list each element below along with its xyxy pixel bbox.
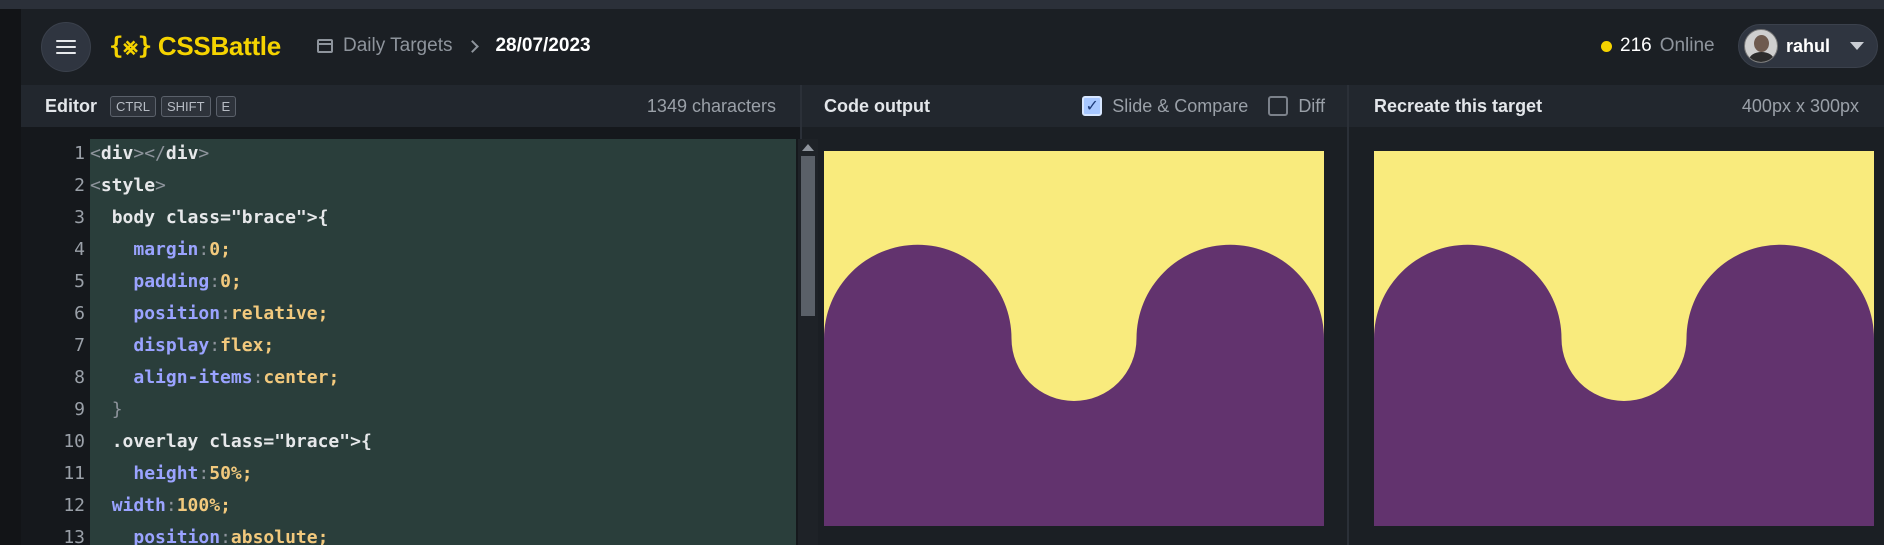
line-number: 7 — [74, 335, 85, 356]
line-number: 1 — [74, 143, 85, 164]
line-number: 4 — [74, 239, 85, 260]
user-menu-button[interactable]: rahul — [1738, 24, 1878, 68]
code-editor[interactable]: 1 2⌄ 3⌄ 4 5 6 7 8 9 10⌄ 11 12 13 <div></… — [21, 127, 818, 545]
kbd-e: E — [215, 96, 237, 117]
code-lines: <div></div> <style> body class="brace">{ … — [90, 138, 372, 545]
username: rahul — [1786, 35, 1831, 56]
code-line: margin:0; — [133, 239, 231, 260]
line-number: 3⌄ — [21, 202, 103, 234]
output-target-divider — [1347, 85, 1349, 545]
line-number: 10⌄ — [21, 426, 103, 458]
target-canvas — [1374, 151, 1874, 526]
left-gutter — [0, 9, 21, 545]
code-line: align-items:center; — [133, 367, 340, 388]
logo-text: CSSBattle — [157, 30, 281, 61]
code-line: <div></div> — [90, 143, 210, 164]
line-number: 6 — [74, 303, 85, 324]
slide-compare-label: Slide & Compare — [1112, 95, 1249, 116]
output-header: Code output Slide & Compare Diff — [802, 85, 1347, 127]
window-top-strip — [0, 0, 1884, 9]
line-number: 13 — [63, 527, 85, 545]
chevron-right-icon — [466, 39, 480, 53]
code-line: position:relative; — [133, 303, 329, 324]
avatar — [1744, 29, 1778, 63]
target-header: Recreate this target 400px x 300px — [1349, 85, 1884, 127]
online-status: 216 Online — [1601, 33, 1715, 59]
breadcrumb: Daily Targets 28/07/2023 — [317, 33, 591, 59]
menu-button[interactable] — [41, 22, 91, 72]
code-line: display:flex; — [133, 335, 275, 356]
breadcrumb-current-date: 28/07/2023 — [495, 35, 591, 56]
code-line: padding:0; — [133, 271, 242, 292]
line-number: 5 — [74, 271, 85, 292]
code-line: position:absolute; — [133, 527, 329, 545]
chevron-down-icon — [1850, 42, 1865, 50]
code-line: <style> — [90, 175, 166, 196]
scroll-up-arrow-icon[interactable] — [802, 144, 814, 151]
code-line: width:100%; — [111, 495, 231, 516]
top-header: {⨳} CSSBattle Daily Targets 28/07/2023 2… — [21, 9, 1884, 85]
editor-header: Editor CTRL SHIFT E 1349 characters — [21, 85, 800, 127]
slide-compare-checkbox[interactable] — [1082, 96, 1103, 116]
online-dot-icon — [1601, 40, 1612, 52]
hamburger-icon — [56, 40, 76, 54]
logo-mark-icon: {⨳} — [109, 32, 152, 60]
scrollbar-thumb[interactable] — [801, 156, 815, 316]
line-number: 12 — [63, 495, 85, 516]
line-numbers: 1 2⌄ 3⌄ 4 5 6 7 8 9 10⌄ 11 12 13 — [21, 138, 103, 545]
slide-compare-toggle[interactable]: Slide & Compare — [1082, 96, 1248, 117]
code-line: } — [111, 399, 123, 420]
online-label: Online — [1659, 35, 1715, 56]
line-number: 2⌄ — [21, 170, 103, 202]
editor-scrollbar[interactable] — [798, 139, 818, 545]
line-number: 8 — [74, 367, 85, 388]
code-output-canvas[interactable] — [824, 151, 1324, 526]
code-line: .overlay class="brace">{ — [111, 431, 372, 452]
breadcrumb-daily-targets-link[interactable]: Daily Targets — [343, 35, 452, 57]
diff-label: Diff — [1298, 95, 1325, 116]
line-number: 9 — [74, 399, 85, 420]
line-number: 11 — [63, 463, 85, 484]
editor-shortcut: CTRL SHIFT E — [105, 95, 237, 117]
kbd-shift: SHIFT — [160, 96, 211, 117]
online-count: 216 — [1620, 35, 1652, 56]
character-count: 1349 characters — [646, 95, 776, 116]
code-line: height:50%; — [133, 463, 253, 484]
kbd-ctrl: CTRL — [110, 96, 156, 117]
logo[interactable]: {⨳} CSSBattle — [109, 29, 281, 63]
code-line: body class="brace">{ — [111, 207, 329, 228]
code-text-area[interactable]: <div></div> <style> body class="brace">{ … — [90, 139, 796, 545]
target-title: Recreate this target — [1374, 95, 1543, 116]
calendar-icon — [317, 39, 333, 53]
diff-checkbox[interactable] — [1268, 96, 1289, 116]
diff-toggle[interactable]: Diff — [1268, 96, 1325, 117]
output-title: Code output — [824, 95, 930, 116]
target-dimensions: 400px x 300px — [1741, 95, 1859, 116]
editor-title: Editor — [45, 95, 97, 116]
